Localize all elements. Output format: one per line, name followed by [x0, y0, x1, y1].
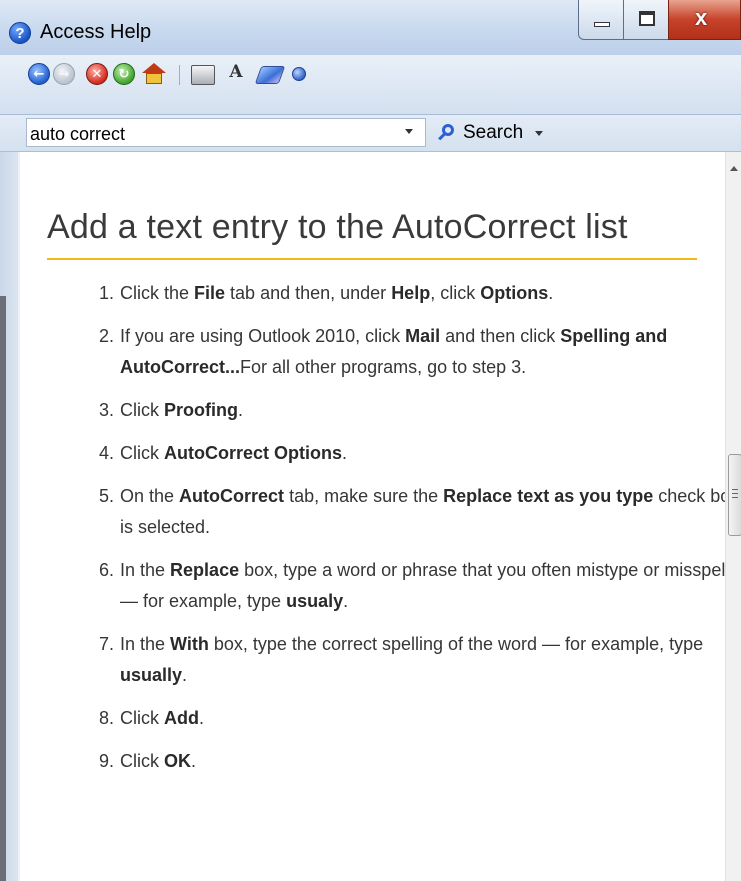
step-number: 8.: [98, 708, 114, 728]
step-emphasis: usualy: [286, 591, 344, 611]
step-text: Click: [120, 443, 164, 463]
print-icon[interactable]: [191, 65, 215, 85]
step-text: .: [199, 708, 205, 728]
step-emphasis: With: [170, 634, 209, 654]
window-title: Access Help: [40, 21, 152, 43]
step-item: 4. Click AutoCorrect Options.: [99, 438, 725, 469]
search-input[interactable]: auto correct: [26, 118, 426, 147]
maximize-icon: [639, 11, 655, 26]
step-number: 3.: [98, 400, 114, 420]
step-text: .: [342, 443, 348, 463]
step-emphasis: Replace: [170, 560, 240, 580]
step-item: 1. Click the File tab and then, under Hel…: [99, 278, 725, 309]
step-number: 6.: [98, 560, 114, 580]
step-text: Click: [120, 708, 164, 728]
step-text: .: [182, 665, 188, 685]
step-emphasis: Proofing: [164, 400, 238, 420]
window-left-frame: [0, 152, 18, 881]
step-text: On the: [120, 486, 180, 506]
scroll-up-icon[interactable]: [730, 166, 738, 171]
close-icon: x: [695, 5, 708, 30]
step-item: 2. If you are using Outlook 2010, click M…: [99, 321, 725, 383]
step-item: 8. Click Add.: [99, 703, 725, 734]
vertical-scrollbar[interactable]: [725, 152, 741, 881]
minimize-button[interactable]: [578, 0, 624, 40]
step-emphasis: Add: [164, 708, 199, 728]
back-icon[interactable]: ←: [28, 63, 50, 85]
step-number: 9.: [98, 751, 114, 771]
step-text: box, type the correct spelling of the wo…: [208, 634, 704, 654]
steps-list: 1. Click the File tab and then, under Hel…: [80, 278, 725, 789]
step-item: 6. In the Replace box, type a word or phr…: [99, 555, 725, 617]
step-text: Click: [120, 400, 164, 420]
pin-icon[interactable]: [292, 67, 306, 81]
step-number: 7.: [98, 634, 114, 654]
step-text: tab and then, under: [225, 283, 392, 303]
step-text: For all other programs, go to step 3.: [240, 357, 527, 377]
book-icon[interactable]: [254, 66, 286, 84]
stop-icon[interactable]: ✕: [86, 63, 108, 85]
search-button[interactable]: Search: [437, 120, 544, 146]
search-button-label: Search: [463, 122, 524, 143]
search-icon: [437, 123, 457, 143]
minimize-icon: [594, 22, 610, 27]
step-text: Click the: [120, 283, 195, 303]
step-emphasis: AutoCorrect Options: [164, 443, 342, 463]
step-text: , click: [430, 283, 481, 303]
step-text: .: [548, 283, 554, 303]
step-number: 2.: [98, 326, 114, 346]
toolbar-separator: [179, 65, 180, 85]
step-text: .: [343, 591, 349, 611]
step-emphasis: Replace text as you type: [443, 486, 654, 506]
grip-icon: [732, 489, 738, 498]
step-text: In the: [120, 560, 171, 580]
home-icon[interactable]: [142, 63, 166, 85]
step-emphasis: AutoCorrect: [179, 486, 285, 506]
scroll-thumb[interactable]: [728, 454, 741, 536]
step-number: 4.: [98, 443, 114, 463]
step-item: 5. On the AutoCorrect tab, make sure the …: [99, 481, 725, 543]
house-body: [146, 73, 162, 84]
step-text: If you are using Outlook 2010, click: [120, 326, 406, 346]
forward-icon[interactable]: →: [53, 63, 75, 85]
chevron-down-icon: [535, 130, 544, 136]
step-text: Click: [120, 751, 164, 771]
window-controls: x: [578, 0, 741, 42]
title-bar: ? Access Help x: [0, 0, 741, 55]
step-number: 1.: [98, 283, 114, 303]
step-number: 5.: [98, 486, 114, 506]
title-underline: [47, 258, 697, 260]
step-emphasis: Options: [480, 283, 549, 303]
step-emphasis: usually: [120, 665, 183, 685]
page-title: Add a text entry to the AutoCorrect list: [47, 208, 628, 246]
search-bar: auto correct Search: [0, 115, 741, 152]
step-emphasis: File: [194, 283, 226, 303]
step-text: In the: [120, 634, 171, 654]
step-text: .: [191, 751, 197, 771]
step-emphasis: OK: [164, 751, 191, 771]
frame-shadow: [0, 296, 6, 881]
help-content: Add a text entry to the AutoCorrect list…: [20, 152, 725, 881]
step-text: tab, make sure the: [284, 486, 444, 506]
maximize-button[interactable]: [623, 0, 669, 40]
house-roof: [142, 63, 166, 73]
refresh-icon[interactable]: ↻: [113, 63, 135, 85]
step-emphasis: Help: [391, 283, 431, 303]
close-button[interactable]: x: [668, 0, 741, 40]
font-size-icon[interactable]: A: [222, 61, 250, 83]
step-text: .: [238, 400, 244, 420]
step-item: 3. Click Proofing.: [99, 395, 725, 426]
step-item: 9. Click OK.: [99, 746, 725, 777]
step-item: 7. In the With box, type the correct spel…: [99, 629, 725, 691]
help-icon: ?: [9, 22, 31, 44]
toolbar: ← → ✕ ↻ A: [0, 55, 741, 115]
step-emphasis: Mail: [405, 326, 441, 346]
search-dropdown-icon[interactable]: [405, 129, 413, 134]
step-text: and then click: [440, 326, 561, 346]
